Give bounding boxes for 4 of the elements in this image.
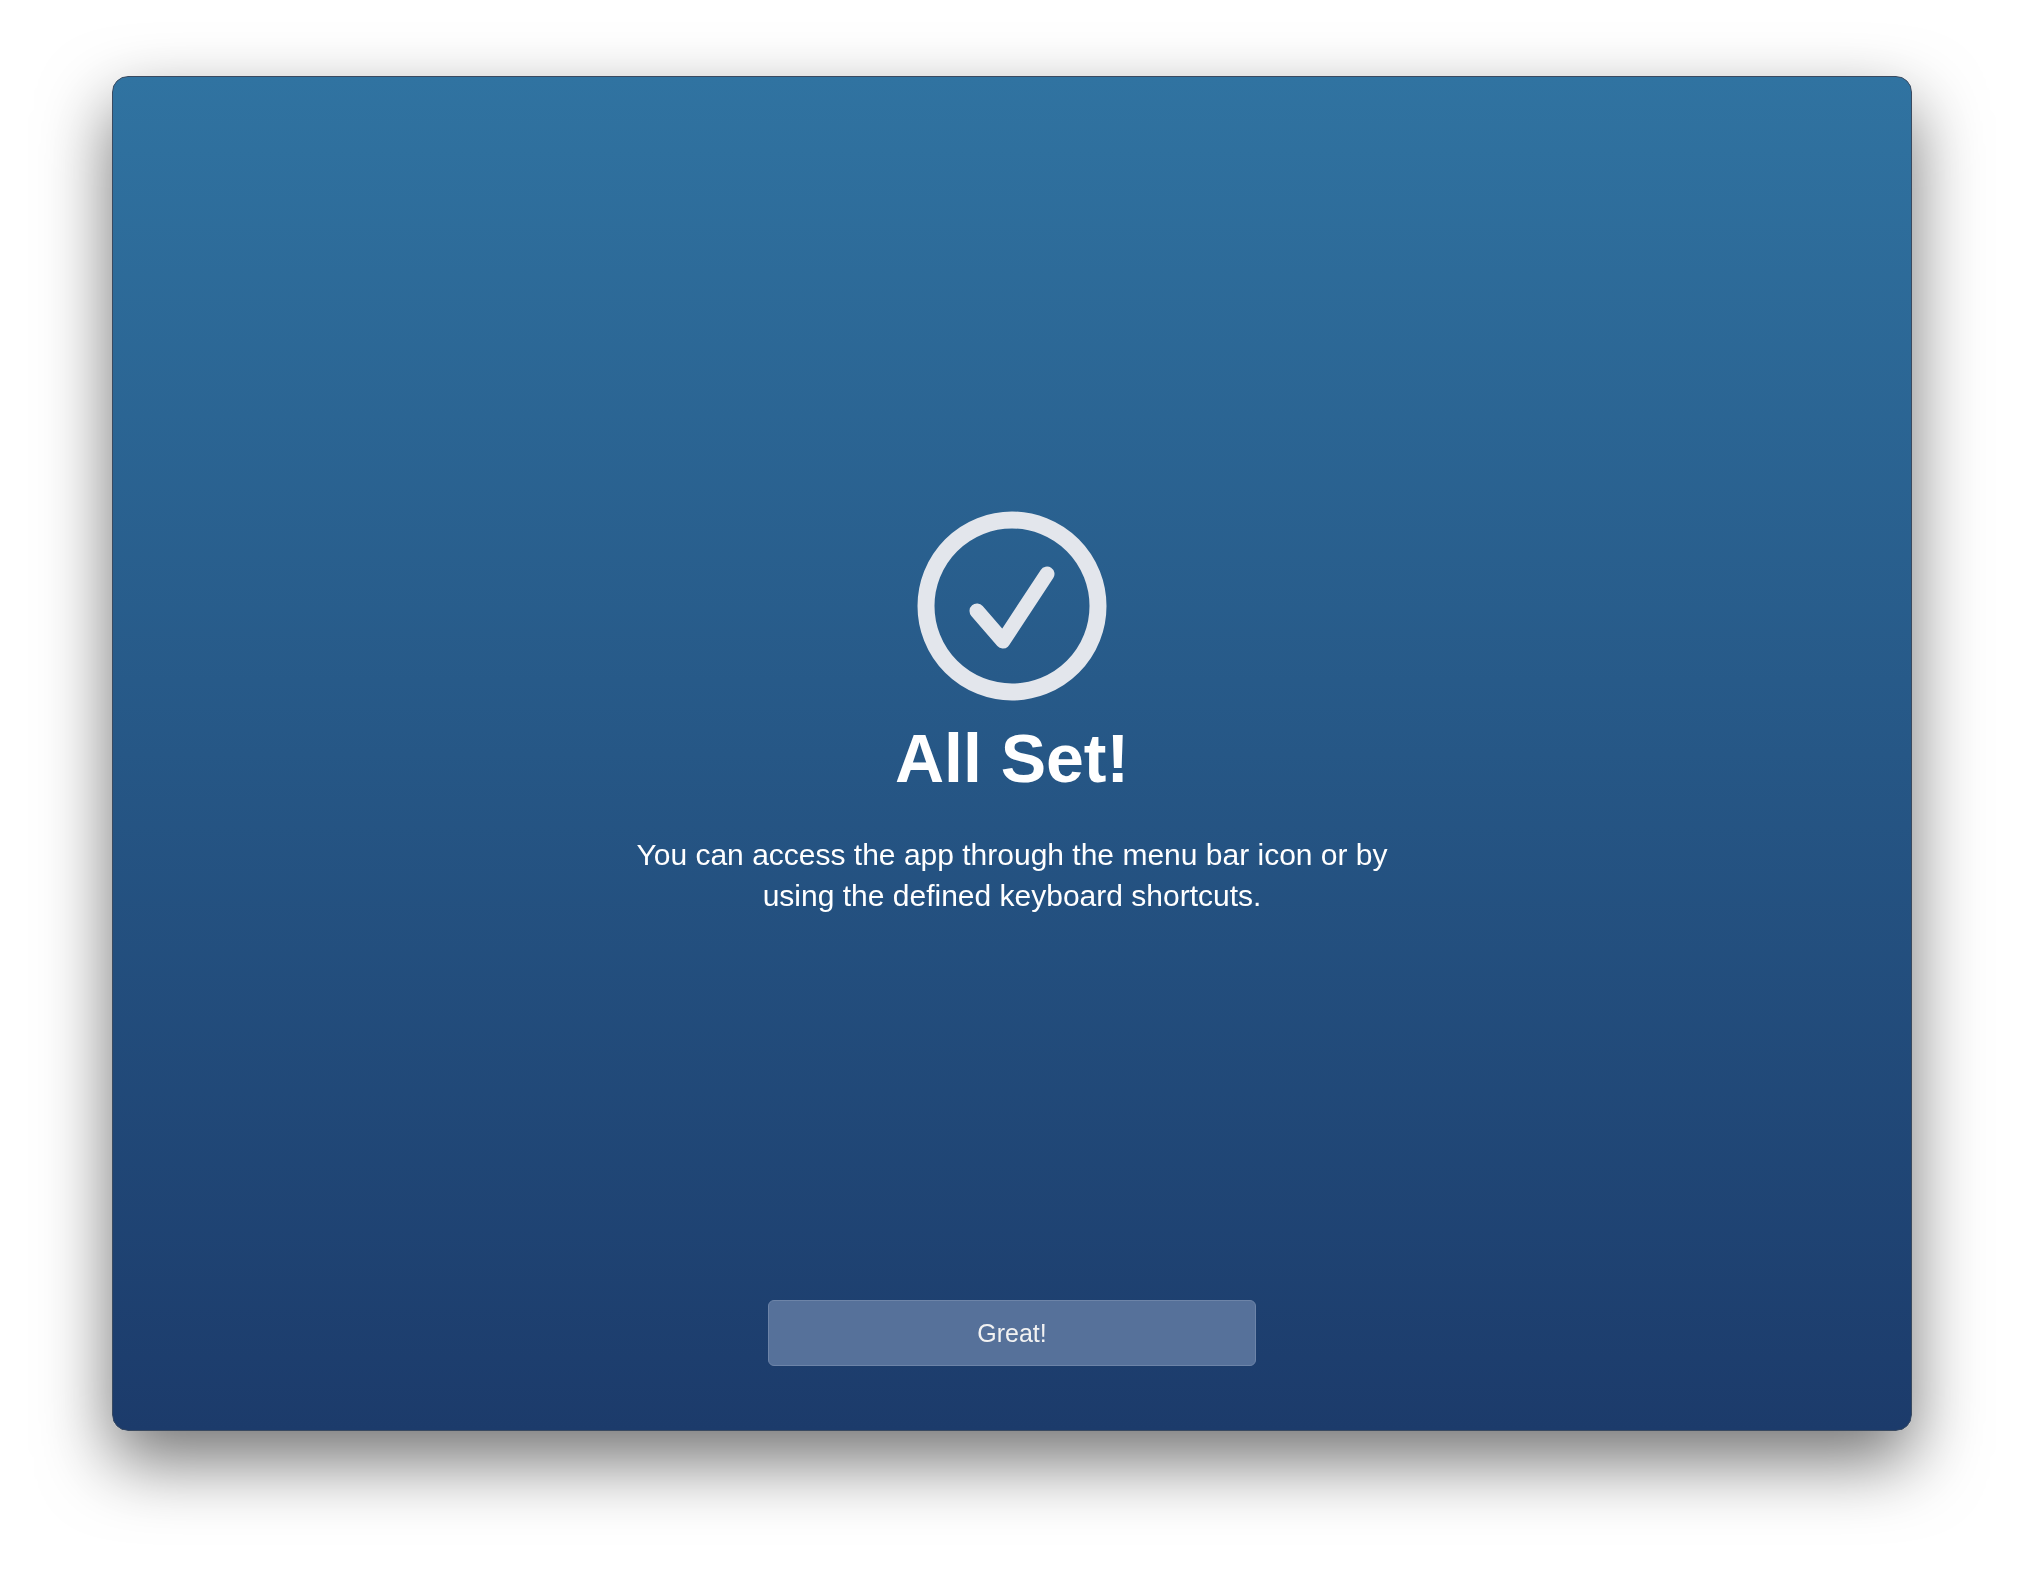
great-button[interactable]: Great! bbox=[768, 1300, 1256, 1366]
dialog-title: All Set! bbox=[894, 719, 1130, 798]
dialog-message: You can access the app through the menu bar icon or by using the defined keyboard shortcuts. bbox=[635, 837, 1389, 914]
checkmark-circle-icon bbox=[917, 511, 1107, 701]
